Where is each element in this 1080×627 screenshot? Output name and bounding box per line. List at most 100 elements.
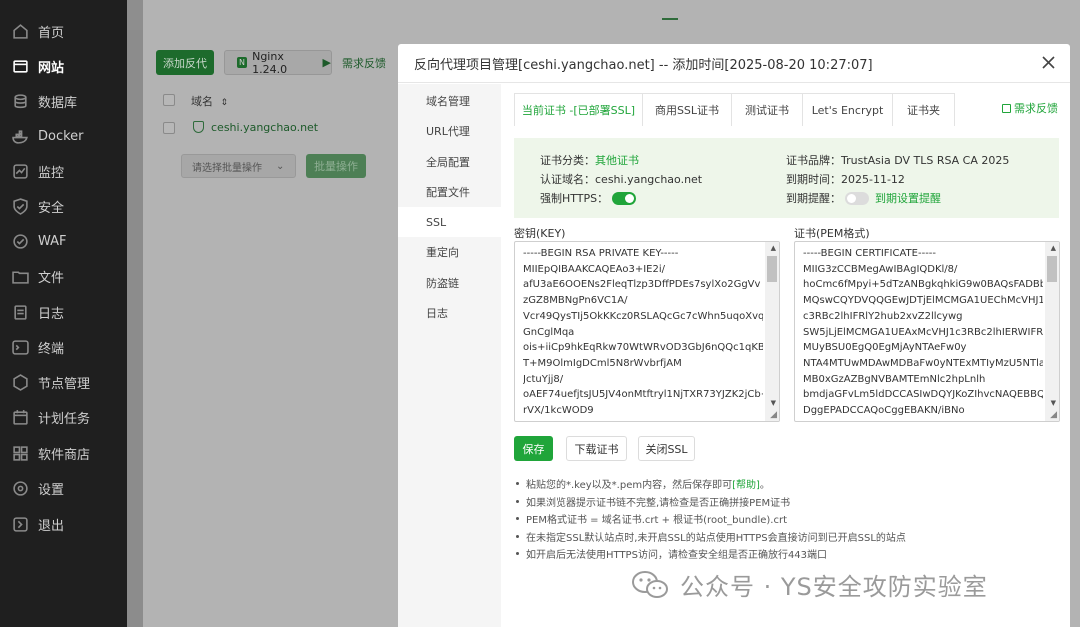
sidebar-item-waf[interactable]: WAF <box>0 224 127 259</box>
scroll-up-icon[interactable]: ▲ <box>771 244 776 252</box>
calendar-icon <box>12 409 29 426</box>
scroll-down-icon[interactable]: ▼ <box>1051 399 1056 407</box>
tab-current-cert[interactable]: 当前证书 -[已部署SSL] <box>515 94 643 126</box>
save-button[interactable]: 保存 <box>514 436 553 461</box>
feedback-label: 需求反馈 <box>1014 102 1058 115</box>
row-checkbox[interactable] <box>163 122 175 134</box>
nginx-version-label: Nginx 1.24.0 <box>252 49 288 76</box>
tab-test-cert[interactable]: 测试证书 <box>732 94 803 126</box>
nginx-version-button[interactable]: N Nginx 1.24.0 ▶ <box>224 49 332 76</box>
sidebar-item-nodes[interactable]: 节点管理 <box>0 365 127 400</box>
key-label: 密钥(KEY) <box>514 227 566 240</box>
sidebar-item-store[interactable]: 软件商店 <box>0 436 127 471</box>
tab-commercial-ssl[interactable]: 商用SSL证书 <box>643 94 732 126</box>
scroll-thumb[interactable] <box>767 256 777 282</box>
sidebar-item-database[interactable]: 数据库 <box>0 84 127 119</box>
sidebar-item-label: 数据库 <box>38 96 78 111</box>
bg-feedback-link[interactable]: 需求反馈 <box>342 55 386 71</box>
resize-handle-icon[interactable]: ◢ <box>770 410 777 420</box>
expire-remind: 到期提醒： 到期设置提醒 <box>786 190 941 206</box>
domain-column-header[interactable]: 域名 ⇕ <box>191 93 228 109</box>
scroll-thumb[interactable] <box>1047 256 1057 282</box>
chevron-down-icon: ⌄ <box>276 160 285 172</box>
play-icon: ▶ <box>322 56 331 69</box>
feedback-link[interactable]: 需求反馈 <box>1002 100 1058 116</box>
modal-title: 反向代理项目管理[ceshi.yangchao.net] -- 添加时间[202… <box>414 57 873 73</box>
cert-label: 证书(PEM格式) <box>794 227 870 240</box>
key-textarea[interactable]: -----BEGIN RSA PRIVATE KEY----- MIIEpQIB… <box>514 241 780 422</box>
sidebar-item-logout[interactable]: 退出 <box>0 507 127 542</box>
side-item-ssl[interactable]: SSL <box>398 207 501 237</box>
sidebar-item-settings[interactable]: 设置 <box>0 471 127 506</box>
sidebar-item-cron[interactable]: 计划任务 <box>0 400 127 435</box>
remind-toggle[interactable] <box>845 191 869 205</box>
tip-item: 在未指定SSL默认站点时,未开启SSL的站点使用HTTPS会直接访问到已开启SS… <box>516 529 906 544</box>
sidebar-item-label: 退出 <box>38 519 65 534</box>
tip-item: 如开启后无法使用HTTPS访问，请检查安全组是否正确放行443端口 <box>516 546 827 561</box>
sidebar-item-label: 节点管理 <box>38 377 91 392</box>
side-item-domain[interactable]: 域名管理 <box>398 86 501 116</box>
watermark: 公众号 · YS安全攻防实验室 <box>630 567 988 602</box>
sidebar-item-label: 安全 <box>38 201 65 216</box>
resize-handle-icon[interactable]: ◢ <box>1050 410 1057 420</box>
close-ssl-button[interactable]: 关闭SSL <box>638 436 695 461</box>
sidebar-item-label: WAF <box>38 234 67 249</box>
cert-type: 证书分类： 其他证书 <box>540 152 639 168</box>
sidebar-item-website[interactable]: 网站 <box>0 49 127 84</box>
monitor-icon <box>12 163 29 180</box>
tip-item: 如果浏览器提示证书链不完整,请检查是否正确拼接PEM证书 <box>516 494 790 509</box>
select-all-checkbox[interactable] <box>163 94 175 106</box>
download-cert-button[interactable]: 下载证书 <box>566 436 627 461</box>
sidebar-item-home[interactable]: 首页 <box>0 14 127 49</box>
store-icon <box>12 445 29 462</box>
side-item-config-file[interactable]: 配置文件 <box>398 177 501 207</box>
tip-text: 如果浏览器提示证书链不完整,请检查是否正确拼接PEM证书 <box>526 498 791 509</box>
add-proxy-button[interactable]: 添加反代 <box>156 50 214 75</box>
site-domain-link[interactable]: ceshi.yangchao.net <box>211 121 318 134</box>
sidebar-item-security[interactable]: 安全 <box>0 189 127 224</box>
batch-operation-button[interactable]: 批量操作 <box>306 154 366 178</box>
sidebar-item-monitor[interactable]: 监控 <box>0 154 127 189</box>
docker-icon <box>12 128 29 145</box>
cert-brand: 证书品牌： TrustAsia DV TLS RSA CA 2025 <box>786 152 1009 168</box>
bullet-icon <box>516 517 519 520</box>
sidebar-item-docker[interactable]: Docker <box>0 119 127 154</box>
force-https-toggle[interactable] <box>612 191 637 205</box>
batch-operation-select[interactable]: 请选择批量操作 ⌄ <box>181 154 296 178</box>
folder-icon <box>12 268 29 285</box>
sidebar-item-label: 设置 <box>38 483 65 498</box>
side-item-global-config[interactable]: 全局配置 <box>398 147 501 177</box>
sidebar-item-label: Docker <box>38 129 84 144</box>
sidebar-item-files[interactable]: 文件 <box>0 259 127 294</box>
scroll-down-icon[interactable]: ▼ <box>771 399 776 407</box>
sidebar-item-logs[interactable]: 日志 <box>0 295 127 330</box>
remind-key: 到期提醒： <box>786 192 841 205</box>
side-item-hotlink[interactable]: 防盗链 <box>398 268 501 298</box>
tab-cert-folder[interactable]: 证书夹 <box>893 94 954 126</box>
sidebar-item-label: 首页 <box>38 26 65 41</box>
bullet-icon <box>516 535 519 538</box>
side-item-redirect[interactable]: 重定向 <box>398 237 501 267</box>
sidebar-item-label: 网站 <box>38 61 65 76</box>
scroll-up-icon[interactable]: ▲ <box>1051 244 1056 252</box>
side-item-url-proxy[interactable]: URL代理 <box>398 116 501 146</box>
nginx-icon: N <box>237 57 248 68</box>
tab-lets-encrypt[interactable]: Let's Encrypt <box>803 94 893 126</box>
cert-brand-value: TrustAsia DV TLS RSA CA 2025 <box>841 153 1010 167</box>
help-link[interactable]: [帮助] <box>732 476 760 491</box>
tip-item: PEM格式证书 = 域名证书.crt + 根证书(root_bundle).cr… <box>516 511 787 526</box>
reverse-proxy-modal: 反向代理项目管理[ceshi.yangchao.net] -- 添加时间[202… <box>398 44 1070 627</box>
side-item-logs[interactable]: 日志 <box>398 298 501 328</box>
terminal-icon <box>12 339 29 356</box>
close-icon[interactable] <box>1038 52 1058 72</box>
active-tab-indicator <box>662 18 678 20</box>
sidebar-item-terminal[interactable]: 终端 <box>0 330 127 365</box>
key-scrollbar[interactable]: ▲ ▼ <box>765 242 779 421</box>
cert-textarea[interactable]: -----BEGIN CERTIFICATE----- MIIG3zCCBMeg… <box>794 241 1060 422</box>
feedback-icon <box>1002 103 1011 113</box>
remind-settings-link[interactable]: 到期设置提醒 <box>875 190 941 206</box>
shield-icon <box>12 198 29 215</box>
batch-select-placeholder: 请选择批量操作 <box>192 162 262 174</box>
cert-scrollbar[interactable]: ▲ ▼ <box>1045 242 1059 421</box>
cert-text: -----BEGIN CERTIFICATE----- MIIG3zCCBMeg… <box>803 248 1043 417</box>
